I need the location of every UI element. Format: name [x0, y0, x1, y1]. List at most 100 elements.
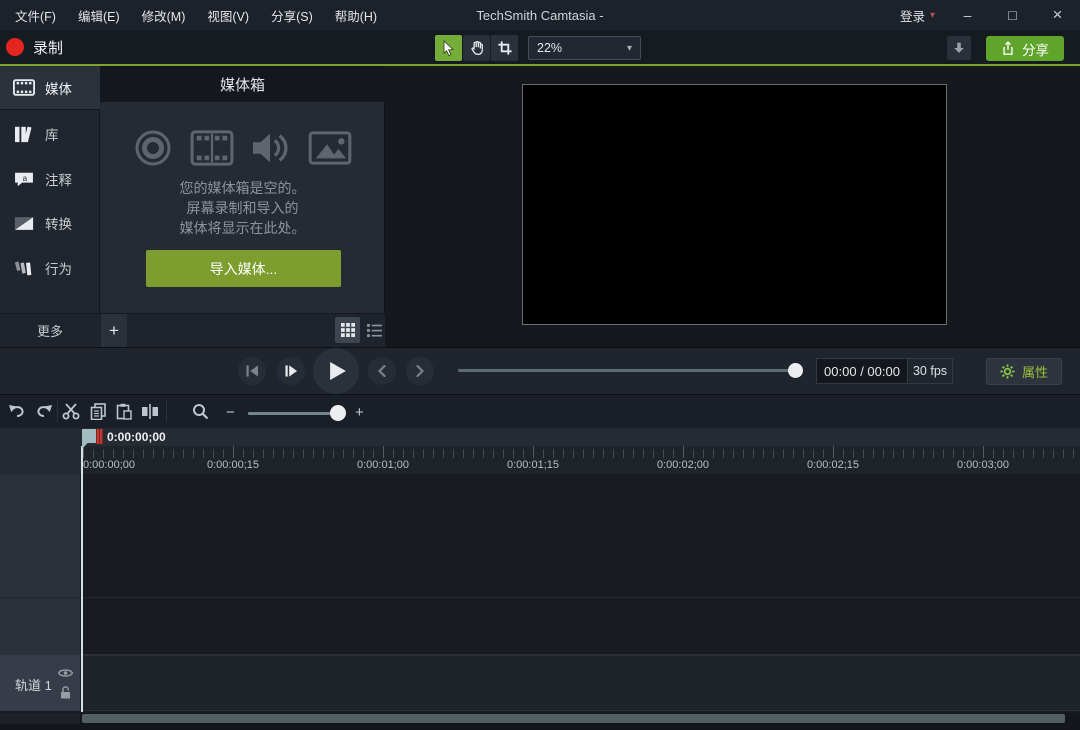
play-button[interactable] — [313, 348, 359, 394]
track-1-body[interactable] — [83, 655, 1080, 711]
split-button[interactable] — [139, 400, 161, 422]
menu-edit[interactable]: 编辑(E) — [67, 0, 131, 30]
cursor-tool-button[interactable] — [435, 35, 462, 61]
cut-button[interactable] — [60, 400, 82, 422]
toolbar-separator — [57, 400, 58, 422]
ruler-label: 0:00:03;00 — [957, 459, 1009, 471]
list-view-icon — [367, 324, 382, 337]
record-button[interactable]: 录制 — [6, 33, 63, 61]
sidebar-item-label: 注释 — [45, 169, 72, 189]
timeline-zoom-in-button[interactable]: + — [355, 404, 364, 421]
share-button[interactable]: 分享 — [986, 36, 1064, 61]
menu-share[interactable]: 分享(S) — [260, 0, 324, 30]
login-caret-icon: ▾ — [930, 10, 935, 21]
step-forward-icon — [285, 365, 298, 377]
hand-icon — [469, 40, 485, 56]
media-icon — [13, 79, 35, 96]
step-forward-button[interactable] — [277, 357, 305, 385]
ruler-labels[interactable]: 0:00:00;00 0:00:00;15 0:00:01;00 0:00:01… — [83, 458, 1080, 474]
ruler-label: 0:00:00;15 — [207, 459, 259, 471]
track-lock-icon[interactable] — [60, 686, 71, 699]
timeline-zoom-slider-thumb[interactable] — [330, 405, 346, 421]
copy-button[interactable] — [87, 400, 109, 422]
chevron-down-icon: ▾ — [627, 43, 632, 54]
empty-text-line: 屏幕录制和导入的 — [100, 198, 385, 218]
menu-view[interactable]: 视图(V) — [196, 0, 260, 30]
svg-text:a: a — [23, 173, 28, 182]
ruler-label: 0:00:02;00 — [657, 459, 709, 471]
track-visibility-icon[interactable] — [58, 668, 73, 678]
menu-bar: 文件(F) 编辑(E) 修改(M) 视图(V) 分享(S) 帮助(H) — [4, 0, 388, 30]
menu-file[interactable]: 文件(F) — [4, 0, 67, 30]
paste-icon — [116, 403, 132, 420]
share-label: 分享 — [1022, 39, 1049, 59]
undo-button[interactable] — [6, 400, 28, 422]
sidebar-item-library[interactable]: 库 — [0, 112, 100, 156]
video-icon — [190, 130, 234, 166]
paste-button[interactable] — [113, 400, 135, 422]
add-media-button[interactable]: + — [101, 314, 127, 347]
close-button[interactable]: × — [1035, 0, 1080, 30]
ruler-label: 0:00:00;00 — [83, 459, 135, 471]
gear-icon — [1000, 364, 1015, 379]
timeline-toolbar — [0, 394, 1080, 428]
login-label: 登录 — [900, 6, 925, 25]
empty-text-line: 您的媒体箱是空的。 — [100, 178, 385, 198]
sidebar-item-label: 库 — [45, 124, 59, 144]
media-bin-empty-text: 您的媒体箱是空的。 屏幕录制和导入的 媒体将显示在此处。 — [100, 178, 385, 238]
play-icon — [330, 362, 346, 380]
audio-icon — [251, 129, 291, 167]
magnifier-icon — [192, 403, 209, 420]
ruler-ticks[interactable] — [83, 446, 1080, 458]
playhead-row[interactable] — [83, 428, 1080, 446]
playhead-line[interactable] — [81, 446, 83, 712]
ruler-label: 0:00:02;15 — [807, 459, 859, 471]
media-bin-title: 媒体箱 — [100, 66, 385, 102]
copy-icon — [90, 403, 106, 420]
playhead-handle[interactable] — [96, 429, 103, 444]
scissors-icon — [62, 403, 80, 420]
sidebar-item-label: 媒体 — [45, 78, 72, 98]
sidebar-more-button[interactable]: 更多 — [0, 313, 100, 347]
current-time: 00:00 / 00:00 — [817, 359, 907, 383]
menu-help[interactable]: 帮助(H) — [324, 0, 388, 30]
sidebar-item-annotations[interactable]: a 注释 — [0, 157, 100, 201]
sidebar-item-behaviors[interactable]: 行为 — [0, 246, 100, 290]
scrubber-thumb[interactable] — [788, 363, 803, 378]
timeline-zoom-out-button[interactable]: − — [226, 404, 235, 421]
grid-view-button[interactable] — [335, 317, 360, 343]
track-1-header[interactable]: 轨道 1 — [0, 655, 80, 711]
scrollbar-corner — [0, 713, 80, 724]
maximize-button[interactable]: □ — [990, 0, 1035, 30]
timeline-zoom-slider-fill — [248, 412, 333, 415]
minimize-button[interactable]: – — [945, 0, 990, 30]
crop-icon — [497, 40, 513, 56]
redo-button[interactable] — [33, 400, 55, 422]
download-button[interactable] — [947, 36, 971, 60]
time-display: 00:00 / 00:00 30 fps — [816, 358, 953, 384]
previous-frame-button[interactable] — [238, 357, 266, 385]
recording-icon — [133, 128, 173, 168]
fps-display: 30 fps — [907, 359, 952, 383]
jump-forward-button[interactable] — [406, 357, 434, 385]
properties-label: 属性 — [1022, 362, 1048, 381]
login-button[interactable]: 登录 ▾ — [890, 0, 945, 30]
properties-button[interactable]: 属性 — [986, 358, 1062, 385]
preview-canvas[interactable] — [522, 84, 947, 325]
canvas-zoom-dropdown[interactable]: 22% ▾ — [528, 36, 641, 60]
list-view-button[interactable] — [362, 317, 387, 343]
pan-tool-button[interactable] — [463, 35, 490, 61]
sidebar-item-transitions[interactable]: 转换 — [0, 201, 100, 245]
jump-back-button[interactable] — [368, 357, 396, 385]
timeline-zoom-icon-button[interactable] — [189, 400, 211, 422]
crop-tool-button[interactable] — [491, 35, 518, 61]
sidebar-item-media[interactable]: 媒体 — [0, 66, 100, 110]
timeline-zoom-slider-track[interactable] — [248, 412, 342, 415]
grid-view-icon — [341, 323, 355, 337]
toolbar-separator — [166, 400, 167, 422]
timeline-scrollbar-thumb[interactable] — [82, 714, 1065, 723]
menu-modify[interactable]: 修改(M) — [131, 0, 197, 30]
import-media-button[interactable]: 导入媒体... — [146, 250, 341, 287]
chevron-right-icon — [416, 365, 424, 377]
scrubber-track[interactable] — [458, 369, 798, 372]
